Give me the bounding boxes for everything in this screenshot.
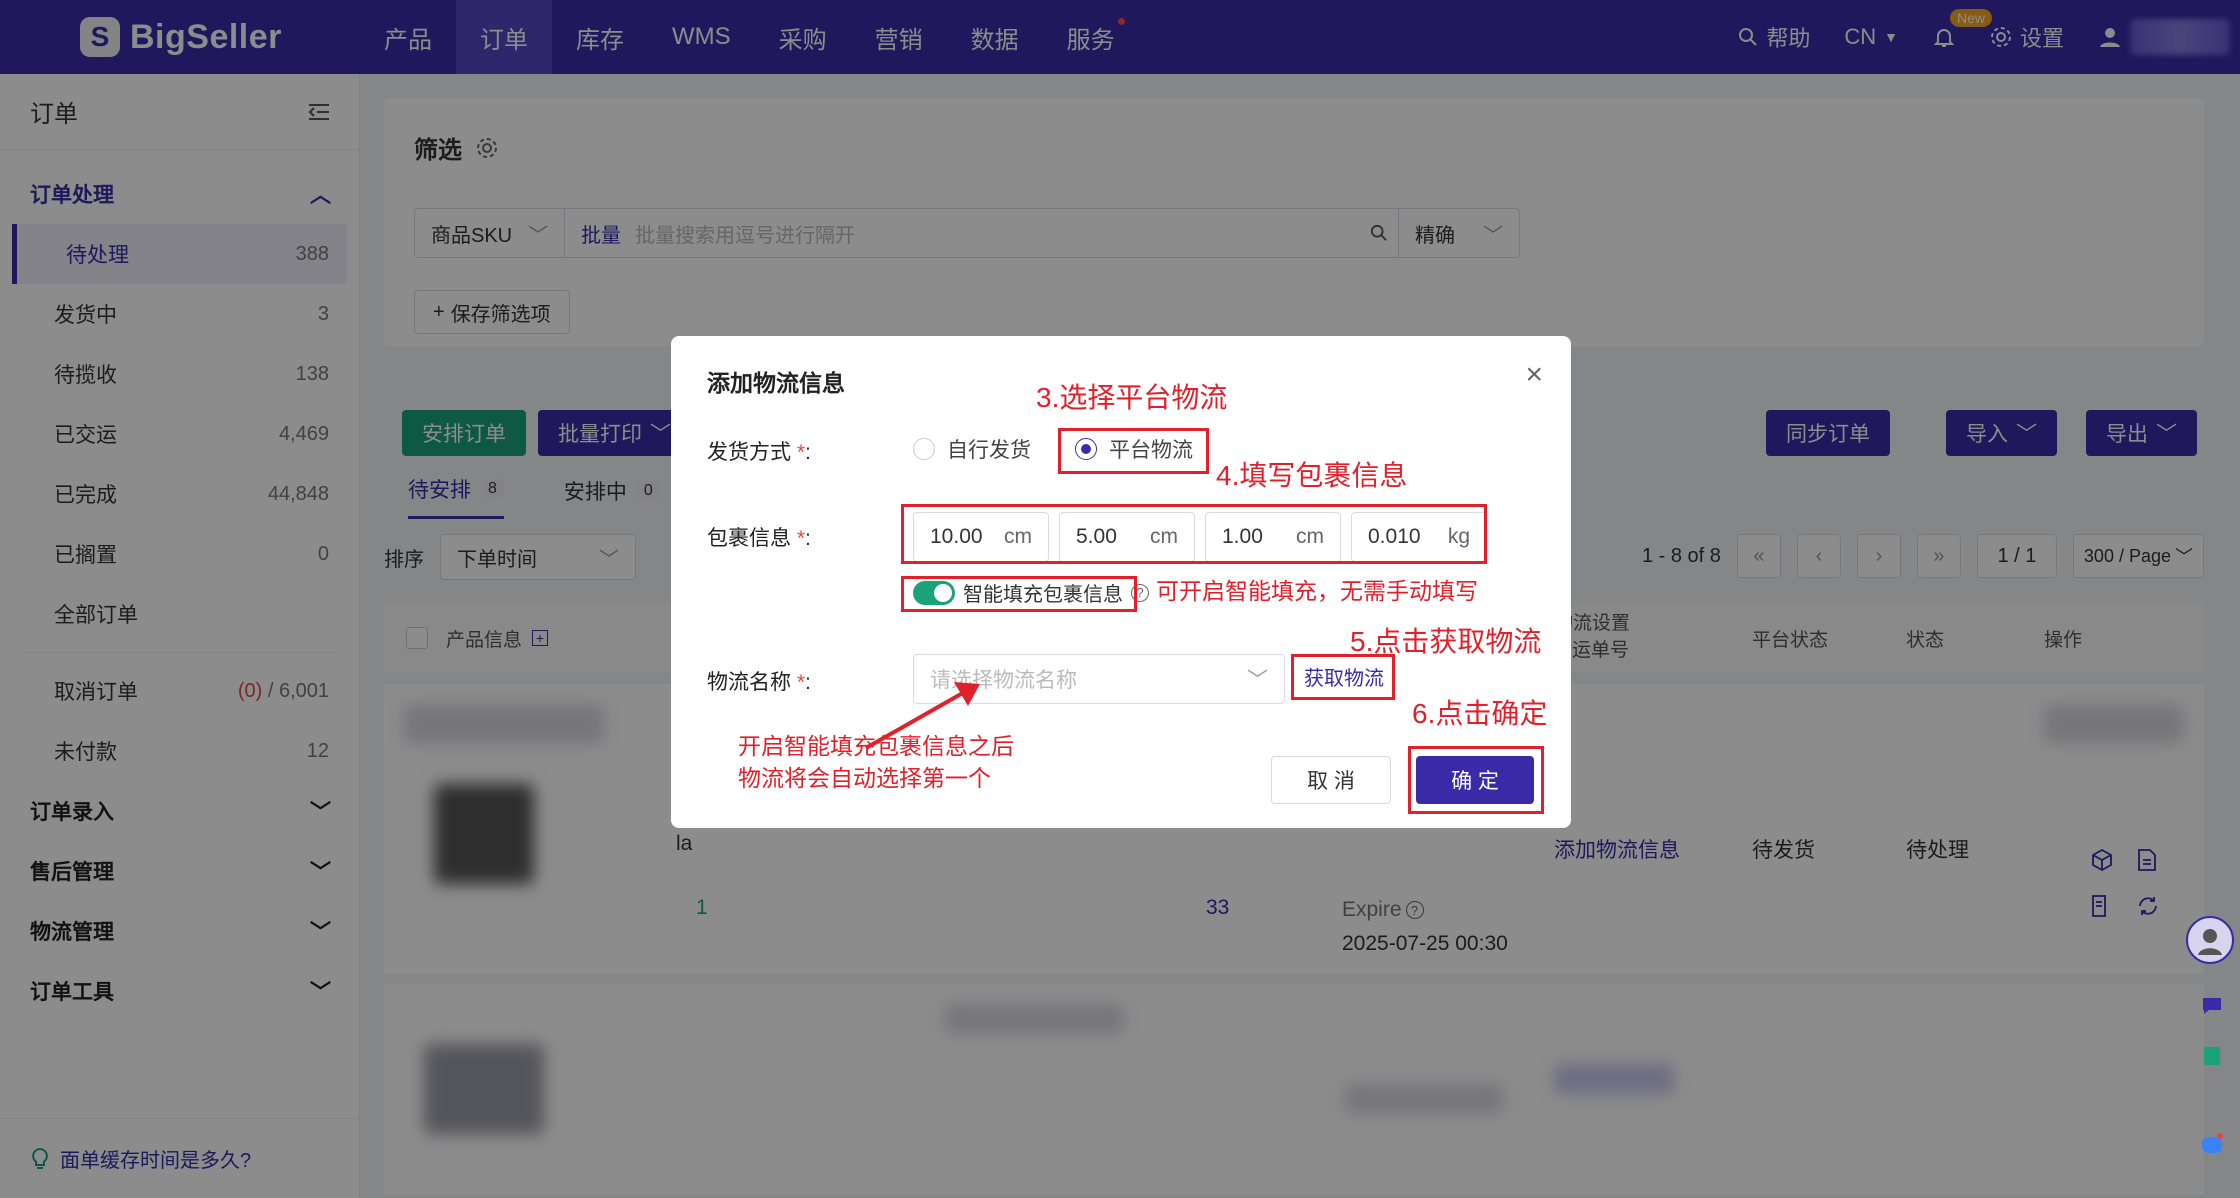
annotation-box-package-info xyxy=(901,504,1487,564)
required-marker: * xyxy=(791,441,806,464)
radio-self-ship[interactable]: 自行发货 xyxy=(913,434,1031,464)
ship-method-label: 发货方式 *: xyxy=(707,441,811,464)
support-avatar[interactable] xyxy=(2186,916,2234,964)
dialog-title: 添加物流信息 xyxy=(707,370,845,396)
annotation-step6: 6.点击确定 xyxy=(1412,698,1548,729)
chevron-down-icon: ﹀ xyxy=(1247,669,1268,692)
radio-label: 自行发货 xyxy=(947,439,1031,462)
avatar-icon xyxy=(2198,929,2222,955)
annotation-auto-line-2: 物流将会自动选择第一个 xyxy=(738,765,991,792)
chat-icon[interactable] xyxy=(2190,984,2234,1028)
bot-icon[interactable] xyxy=(2190,1122,2234,1166)
guide-book-icon[interactable] xyxy=(2190,1034,2234,1078)
annotation-step4: 4.填写包裹信息 xyxy=(1216,460,1408,491)
annotation-box-confirm xyxy=(1408,746,1544,814)
logistics-name-label: 物流名称 *: xyxy=(707,671,811,694)
package-info-text: 包裹信息 xyxy=(707,527,791,550)
annotation-step5: 5.点击获取物流 xyxy=(1350,626,1542,657)
annotation-step3: 3.选择平台物流 xyxy=(1036,382,1228,413)
robot-icon xyxy=(2202,1133,2223,1153)
book-icon xyxy=(2204,1047,2220,1065)
logistics-name-text: 物流名称 xyxy=(707,671,791,694)
package-info-label: 包裹信息 *: xyxy=(707,527,811,550)
annotation-box-smart-fill xyxy=(901,576,1137,612)
annotation-arrow xyxy=(865,682,980,750)
cancel-button[interactable]: 取 消 xyxy=(1271,756,1391,804)
ship-method-text: 发货方式 xyxy=(707,441,791,464)
chat-bubble-icon xyxy=(2203,998,2221,1014)
required-marker: * xyxy=(791,671,806,694)
close-icon[interactable]: × xyxy=(1525,358,1543,392)
radio-dot xyxy=(913,438,935,460)
required-marker: * xyxy=(791,527,806,550)
annotation-smart-note: 可开启智能填充，无需手动填写 xyxy=(1156,578,1478,604)
annotation-box-get-logistics xyxy=(1291,654,1395,700)
annotation-box-platform-logistics xyxy=(1058,428,1209,474)
